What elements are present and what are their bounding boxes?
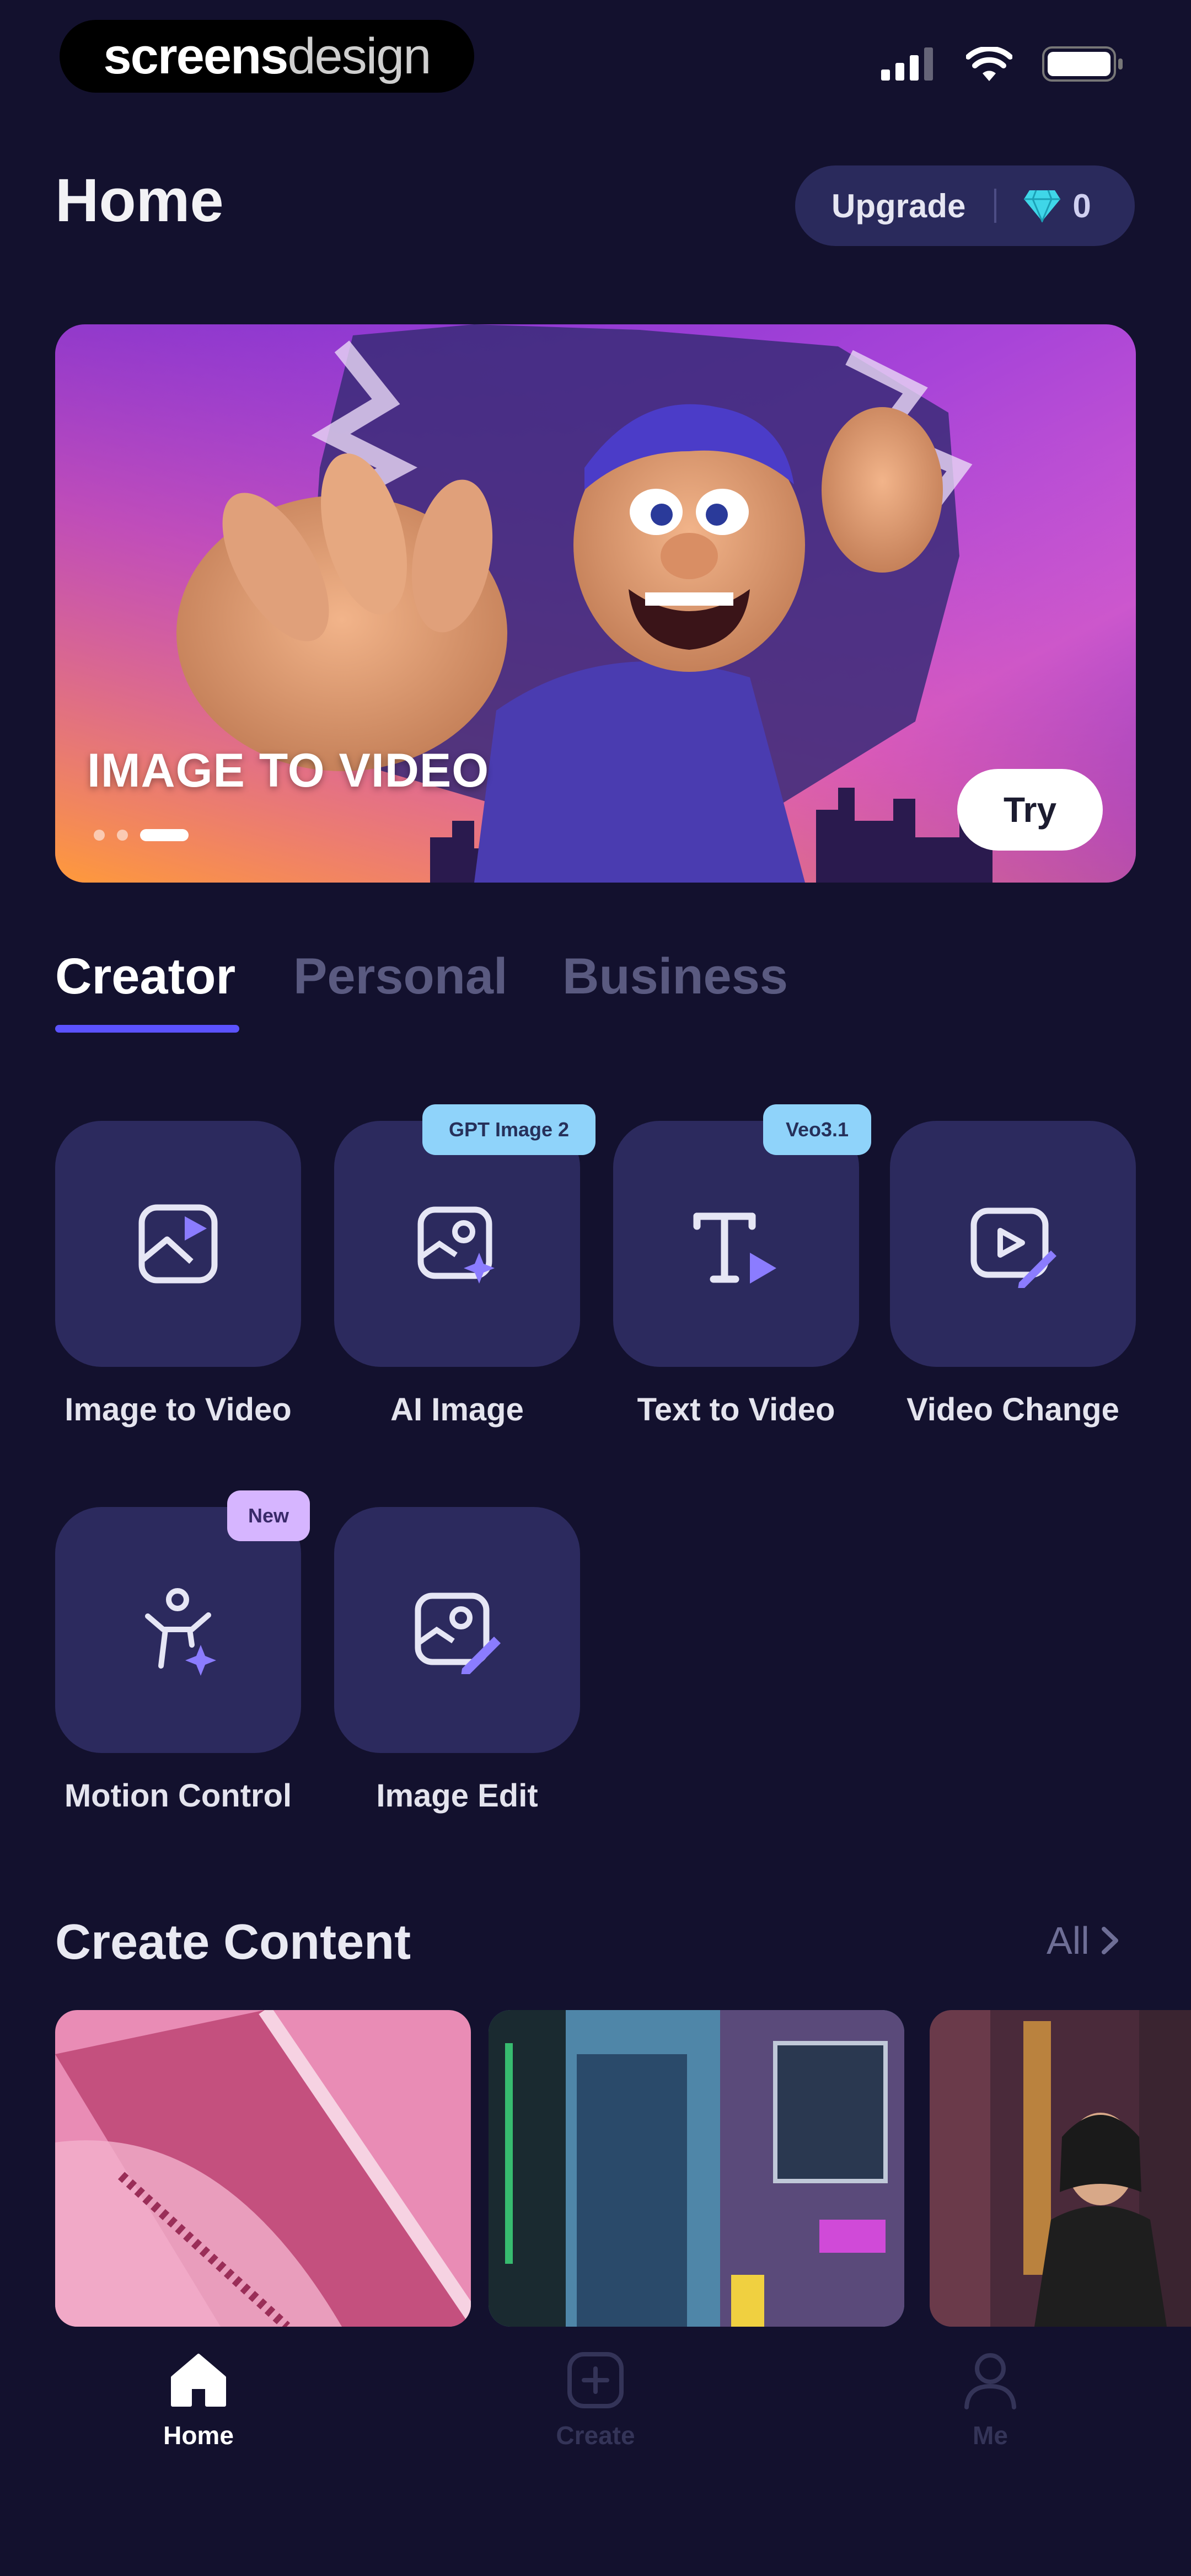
profile-icon [964, 2353, 1016, 2409]
text-to-video-icon [693, 1212, 776, 1284]
tab-creator[interactable]: Creator [55, 948, 235, 1006]
nav-label: Home [163, 2421, 234, 2450]
nav-label: Me [973, 2421, 1008, 2450]
gem-count: 0 [1072, 187, 1091, 225]
status-icons [881, 46, 1125, 82]
home-icon [171, 2354, 226, 2407]
signal-icon [881, 47, 933, 81]
screensdesign-logo: screens design [60, 20, 474, 93]
create-plus-icon [567, 2352, 624, 2408]
tool-ai-image[interactable]: GPT Image 2 [334, 1104, 596, 1367]
nav-item-home[interactable]: Home [88, 2350, 309, 2450]
tool-label: Video Change [906, 1392, 1119, 1428]
tool-text-to-video[interactable]: Veo3.1 [613, 1104, 871, 1367]
see-all-label: All [1047, 1919, 1090, 1962]
content-thumbnail[interactable] [930, 2010, 1191, 2327]
badge-veo: Veo3.1 [763, 1104, 871, 1155]
motion-control-icon [145, 1588, 216, 1676]
tab-personal[interactable]: Personal [293, 948, 508, 1006]
tool-video-change[interactable] [890, 1121, 1136, 1367]
tool-label: Motion Control [64, 1778, 292, 1814]
tool-motion-control[interactable]: New [55, 1490, 310, 1753]
pill-divider [994, 189, 997, 223]
bottom-nav: Home Create Me [0, 2329, 1191, 2576]
diamond-icon [1024, 190, 1061, 222]
tool-image-edit[interactable] [334, 1507, 580, 1753]
woman-street-thumbnail [930, 2010, 1191, 2327]
image-edit-icon [415, 1592, 501, 1674]
nav-item-me[interactable]: Me [880, 2350, 1101, 2450]
promo-banner[interactable]: IMAGE TO VIDEO Try [55, 324, 1136, 883]
tool-label: Image to Video [65, 1392, 292, 1428]
logo-text-bold: screens [103, 28, 289, 84]
nav-label: Create [556, 2421, 635, 2450]
page-title: Home [55, 167, 224, 234]
tab-business[interactable]: Business [562, 948, 788, 1006]
section-title-create-content: Create Content [55, 1915, 411, 1970]
banner-title: IMAGE TO VIDEO [87, 744, 490, 797]
carousel-dot-active [140, 829, 189, 841]
tool-label: AI Image [390, 1392, 524, 1428]
pink-fabric-thumbnail [55, 2010, 471, 2327]
carousel-dot [117, 830, 128, 841]
chevron-right-icon [1101, 1927, 1118, 1954]
badge-gpt-image-2: GPT Image 2 [422, 1104, 596, 1155]
content-thumbnail[interactable] [55, 2010, 471, 2327]
upgrade-label: Upgrade [831, 187, 966, 225]
tool-label: Text to Video [637, 1392, 835, 1428]
carousel-indicator [94, 829, 189, 841]
video-change-icon [970, 1207, 1056, 1288]
try-button[interactable]: Try [957, 769, 1103, 851]
image-to-video-icon [138, 1204, 218, 1284]
tool-label: Image Edit [376, 1778, 538, 1814]
wifi-icon [966, 47, 1012, 81]
carousel-dot [94, 830, 105, 841]
ai-image-icon [417, 1206, 495, 1284]
upgrade-button[interactable]: Upgrade 0 [795, 165, 1135, 246]
nav-item-create[interactable]: Create [485, 2350, 706, 2450]
active-tab-indicator [55, 1025, 239, 1033]
badge-new: New [227, 1490, 310, 1541]
neon-city-thumbnail [489, 2010, 904, 2327]
tool-image-to-video[interactable] [55, 1121, 301, 1367]
logo-text-light: design [287, 28, 431, 84]
battery-icon [1042, 46, 1123, 82]
content-thumbnail[interactable] [489, 2010, 904, 2327]
see-all-link[interactable]: All [1047, 1918, 1119, 1963]
